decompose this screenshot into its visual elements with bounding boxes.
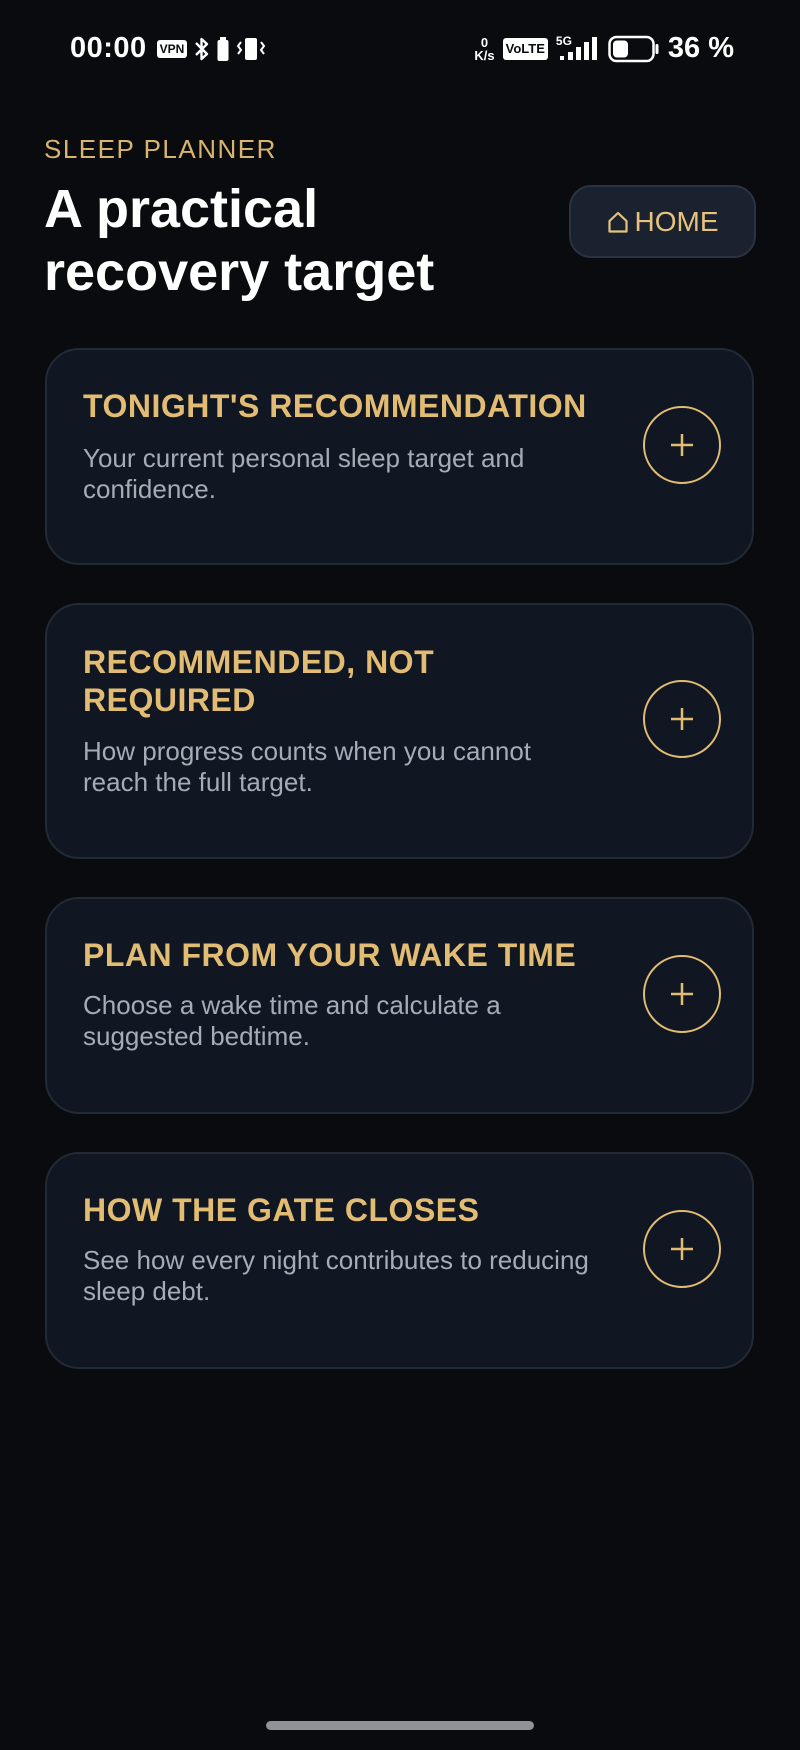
home-button-label: HOME: [634, 205, 719, 237]
plus-icon: [671, 708, 693, 730]
network-speed-unit: K/s: [474, 47, 495, 63]
section-eyebrow: SLEEP PLANNER: [44, 134, 277, 164]
battery-percentage: 36 %: [667, 32, 734, 64]
battery-charging-small-icon: [217, 36, 229, 62]
status-right: 0 K/s VoLTE 5G 36 %: [474, 32, 734, 65]
card-description: How progress counts when you cannot reac…: [83, 736, 532, 797]
plus-icon: [671, 1238, 693, 1260]
network-speed-value: 0: [480, 34, 489, 50]
home-button[interactable]: HOME: [569, 185, 756, 258]
volte-badge: VoLTE: [502, 37, 548, 60]
card-title: TONIGHT'S RECOMMENDATION: [83, 388, 587, 424]
vpn-badge: VPN: [156, 39, 188, 58]
plus-icon: [671, 434, 693, 456]
home-icon: [607, 210, 629, 234]
card-description: Choose a wake time and calculate a sugge…: [83, 990, 501, 1051]
home-indicator[interactable]: [266, 1721, 534, 1730]
plus-icon: [671, 983, 693, 1005]
battery-icon: [608, 35, 660, 63]
card-plan-from-wake-time[interactable]: PLAN FROM YOUR WAKE TIME Choose a wake t…: [45, 897, 754, 1114]
vibrate-icon: [235, 36, 267, 62]
status-bar: 00:00 VPN 0 K/s VoLTE 5G 36 %: [0, 0, 800, 106]
expand-button[interactable]: [643, 406, 721, 484]
card-title: HOW THE GATE CLOSES: [83, 1192, 480, 1228]
card-tonights-recommendation[interactable]: TONIGHT'S RECOMMENDATION Your current pe…: [45, 348, 754, 565]
page-title: A practical recovery target: [44, 179, 435, 302]
card-recommended-not-required[interactable]: RECOMMENDED, NOT REQUIRED How progress c…: [45, 603, 754, 859]
card-description: See how every night contributes to reduc…: [83, 1245, 589, 1306]
card-title: RECOMMENDED, NOT REQUIRED: [83, 644, 435, 718]
sleep-planner-screen: 00:00 VPN 0 K/s VoLTE 5G 36 % SLEEP PLAN…: [0, 0, 800, 1750]
network-speed: 0 K/s: [474, 36, 494, 62]
status-left: 00:00 VPN: [70, 32, 267, 65]
expand-button[interactable]: [643, 680, 721, 758]
card-how-the-gate-closes[interactable]: HOW THE GATE CLOSES See how every night …: [45, 1152, 754, 1369]
card-description: Your current personal sleep target and c…: [83, 443, 525, 504]
expand-button[interactable]: [643, 955, 721, 1033]
signal-icon: 5G: [556, 34, 600, 64]
expand-button[interactable]: [643, 1210, 721, 1288]
card-title: PLAN FROM YOUR WAKE TIME: [83, 937, 577, 973]
status-time: 00:00: [70, 32, 147, 64]
bluetooth-icon: [193, 36, 211, 62]
